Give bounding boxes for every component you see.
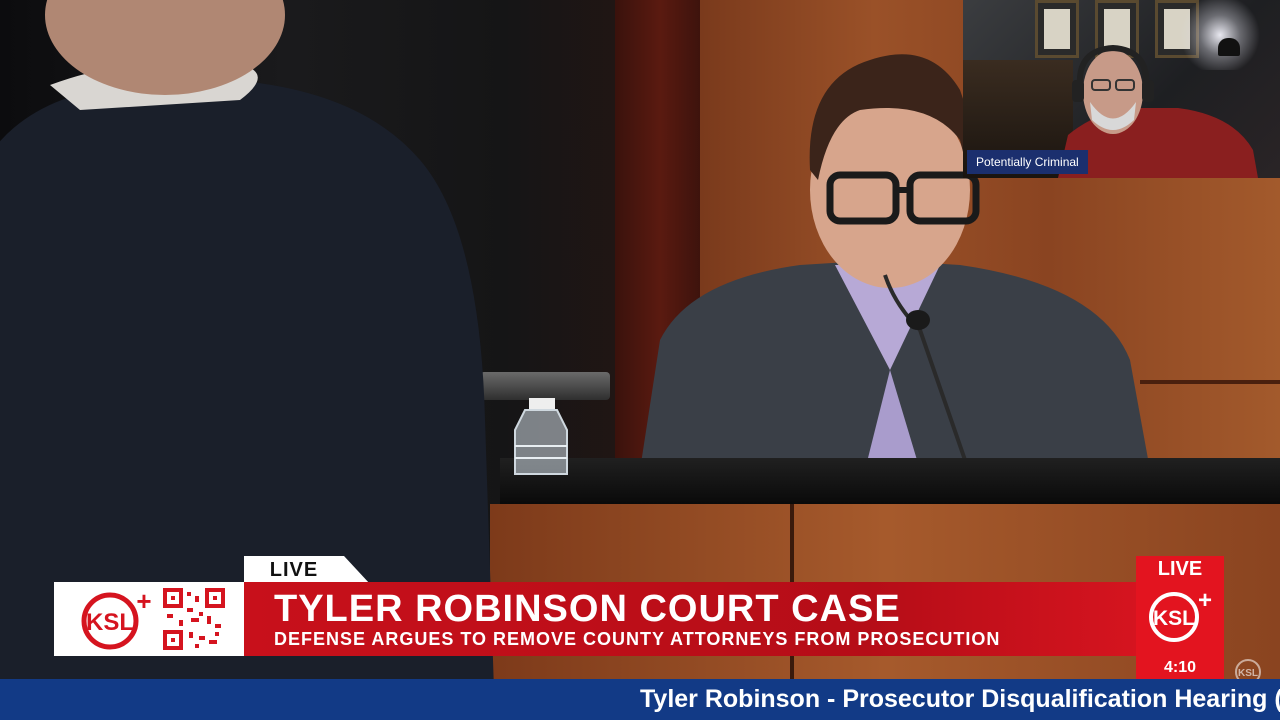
- subheadline-text: DEFENSE ARGUES TO REMOVE COUNTY ATTORNEY…: [274, 629, 1001, 649]
- news-ticker: Tyler Robinson - Prosecutor Disqualifica…: [0, 679, 1280, 720]
- svg-text:KSL: KSL: [86, 609, 134, 636]
- svg-text:KSL: KSL: [1153, 607, 1195, 630]
- ksl-plus-logo: KSL +: [81, 588, 152, 650]
- wood-panel-seam: [1140, 380, 1280, 384]
- logo-panel: KSL +: [54, 582, 244, 656]
- ticker-text: Tyler Robinson - Prosecutor Disqualifica…: [640, 685, 1280, 713]
- live-badge-right: LIVE: [1136, 556, 1224, 582]
- water-bottle: [514, 398, 568, 475]
- witness-bench-top: [500, 458, 1280, 504]
- pip-name-label: Potentially Criminal: [967, 150, 1088, 174]
- svg-text:+: +: [1198, 588, 1212, 614]
- svg-text:+: +: [136, 588, 151, 616]
- qr-code-icon: [163, 588, 225, 650]
- desk-lamp: [1218, 38, 1240, 56]
- ksl-plus-logo: KSL +: [1149, 588, 1212, 642]
- svg-text:KSL: KSL: [1238, 668, 1258, 679]
- headline-text: TYLER ROBINSON COURT CASE: [274, 588, 901, 630]
- broadcast-clock: 4:10: [1163, 659, 1197, 676]
- live-badge-left: LIVE: [244, 556, 370, 584]
- lamp-glow: [1175, 0, 1265, 70]
